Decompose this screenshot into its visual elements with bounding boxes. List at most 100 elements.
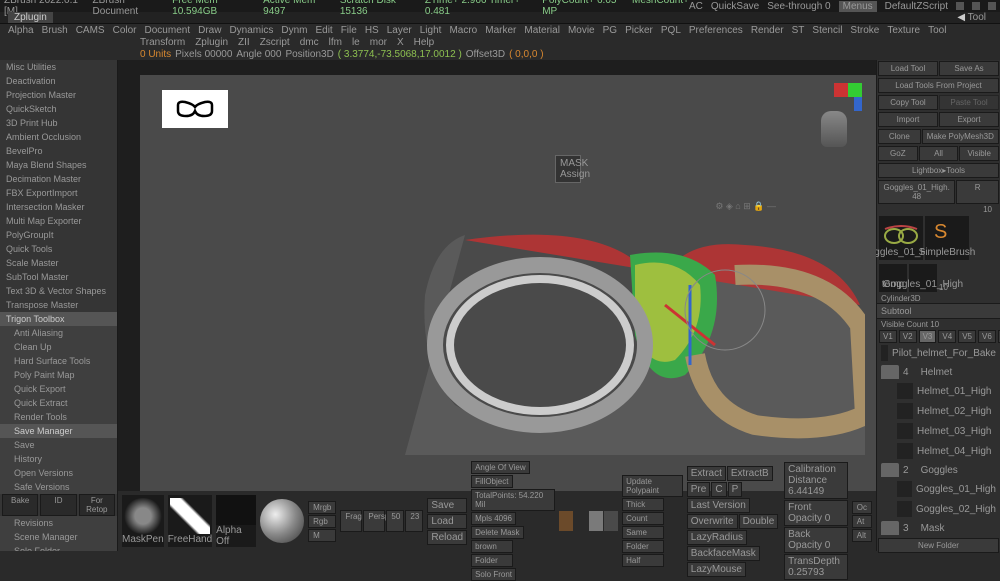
submenu-le[interactable]: le xyxy=(352,37,360,48)
setting-cell[interactable]: Count xyxy=(622,512,664,525)
menu-movie[interactable]: Movie xyxy=(568,25,595,36)
menu-texture[interactable]: Texture xyxy=(887,25,920,36)
lp-text-3d-&-vector-shapes[interactable]: Text 3D & Vector Shapes xyxy=(0,284,117,298)
lp-3d-print-hub[interactable]: 3D Print Hub xyxy=(0,116,117,130)
menu-st[interactable]: ST xyxy=(792,25,805,36)
import-btn[interactable]: Import xyxy=(878,112,938,127)
setting-cell[interactable]: brown xyxy=(471,540,513,553)
load-btn[interactable]: Load xyxy=(427,514,467,529)
lp-intersection-masker[interactable]: Intersection Masker xyxy=(0,200,117,214)
lp-sub-save[interactable]: Save xyxy=(0,438,117,452)
calib-cell[interactable]: TransDepth 0.25793 xyxy=(784,554,848,580)
strip-cell[interactable]: Extract xyxy=(687,466,726,481)
strip-cell[interactable]: BackfaceMask xyxy=(687,546,760,561)
calib-cell[interactable]: Calibration Distance 6.44149 xyxy=(784,462,848,499)
r-btn[interactable]: R xyxy=(956,180,999,204)
tool-name[interactable]: Goggles_01_High. 48 xyxy=(878,180,955,204)
menu-brush[interactable]: Brush xyxy=(42,25,68,36)
viewport[interactable]: MASKAssign ⚙ ◈ ⌂ ⊞ 🔒 — xyxy=(140,75,876,491)
menu-pg[interactable]: PG xyxy=(603,25,617,36)
lp-sub-hard-surface-tools[interactable]: Hard Surface Tools xyxy=(0,354,117,368)
visible-btn[interactable]: Visible xyxy=(959,146,999,161)
submenu-transform[interactable]: Transform xyxy=(140,37,185,48)
menu-draw[interactable]: Draw xyxy=(198,25,221,36)
menu-pql[interactable]: PQL xyxy=(661,25,681,36)
subtool-helmet_02_high[interactable]: Helmet_02_High xyxy=(877,401,1000,421)
reload-btn[interactable]: Reload xyxy=(427,530,467,545)
lp-revisions[interactable]: Revisions xyxy=(0,516,117,530)
vis-v1[interactable]: V1 xyxy=(879,330,897,343)
lp-solo-folder[interactable]: Solo Folder xyxy=(0,544,117,551)
lp-polygroupit[interactable]: PolyGroupIt xyxy=(0,228,117,242)
makepoly-btn[interactable]: Make PolyMesh3D xyxy=(922,129,999,144)
strip-cell[interactable]: P xyxy=(728,482,743,497)
setting-cell[interactable]: Thick xyxy=(622,498,664,511)
folder-mask[interactable]: 3Mask xyxy=(877,519,1000,537)
strip-cell[interactable]: ExtractB xyxy=(727,466,773,481)
lp-subtool-master[interactable]: SubTool Master xyxy=(0,270,117,284)
brush-alpha[interactable]: Alpha Off xyxy=(216,495,256,547)
brush-maskpen[interactable]: MaskPen xyxy=(122,495,164,547)
subtool-helmet_01_high[interactable]: Helmet_01_High xyxy=(877,381,1000,401)
strip-cell[interactable]: LazyRadius xyxy=(687,530,747,545)
subtool-helmet_04_high[interactable]: Helmet_04_High xyxy=(877,441,1000,461)
mrgb-btn[interactable]: Mrgb xyxy=(308,501,336,514)
lp-scene-manager[interactable]: Scene Manager xyxy=(0,530,117,544)
lp-misc-utilities[interactable]: Misc Utilities xyxy=(0,60,117,74)
strip-cell[interactable]: Overwrite xyxy=(687,514,738,529)
val23-btn[interactable]: 23 xyxy=(405,510,423,532)
setting-cell[interactable]: Half xyxy=(622,554,664,567)
nav-cube[interactable] xyxy=(822,83,862,143)
menu-edit[interactable]: Edit xyxy=(315,25,332,36)
lp-projection-master[interactable]: Projection Master xyxy=(0,88,117,102)
bake-retop[interactable]: For Retop xyxy=(79,494,115,516)
strip-cell[interactable]: Pre xyxy=(687,482,711,497)
submenu-x[interactable]: X xyxy=(397,37,404,48)
swatch-gray[interactable] xyxy=(589,511,603,531)
persp-btn[interactable]: Persp xyxy=(363,510,385,532)
nav-head-icon[interactable] xyxy=(821,111,847,147)
brush-freehand[interactable]: FreeHand xyxy=(168,495,212,547)
menu-light[interactable]: Light xyxy=(420,25,442,36)
vis-v6[interactable]: V6 xyxy=(978,330,996,343)
lp-decimation-master[interactable]: Decimation Master xyxy=(0,172,117,186)
copytool-btn[interactable]: Copy Tool xyxy=(878,95,938,110)
setting-cell[interactable]: TotalPoints: 54.220 Mil xyxy=(471,489,555,511)
export-btn[interactable]: Export xyxy=(939,112,999,127)
lp-sub-quick-extract[interactable]: Quick Extract xyxy=(0,396,117,410)
tab-zplugin[interactable]: Zplugin xyxy=(8,12,53,23)
lp-trigon-toolbox[interactable]: Trigon Toolbox xyxy=(0,312,117,326)
thumbnail[interactable] xyxy=(162,90,228,128)
subtool-goggles_01_high[interactable]: Goggles_01_High xyxy=(877,479,1000,499)
menu-color[interactable]: Color xyxy=(113,25,137,36)
loadproject-btn[interactable]: Load Tools From Project xyxy=(878,78,999,93)
strip-cell[interactable]: Double xyxy=(739,514,779,529)
swatch-gray2[interactable] xyxy=(604,511,618,531)
menu-marker[interactable]: Marker xyxy=(485,25,516,36)
lp-transpose-master[interactable]: Transpose Master xyxy=(0,298,117,312)
bake-row[interactable]: Pilot_helmet_For_Bake xyxy=(877,343,1000,363)
tool-slot-0[interactable]: Goggles_01_High xyxy=(879,216,923,260)
menu-document[interactable]: Document xyxy=(145,25,191,36)
vis-v2[interactable]: V2 xyxy=(899,330,917,343)
menu-file[interactable]: File xyxy=(341,25,357,36)
lp-quick-tools[interactable]: Quick Tools xyxy=(0,242,117,256)
subtool-header[interactable]: Subtool xyxy=(877,303,1000,319)
setting-cell[interactable]: Update Polypaint xyxy=(622,475,683,497)
goggles-model[interactable] xyxy=(405,215,865,455)
submenu-zii[interactable]: ZII xyxy=(238,37,250,48)
menu-macro[interactable]: Macro xyxy=(449,25,477,36)
subtool-helmet_03_high[interactable]: Helmet_03_High xyxy=(877,421,1000,441)
color-swatches[interactable] xyxy=(559,511,618,531)
all-btn[interactable]: All xyxy=(919,146,959,161)
quicksave-btn[interactable]: QuickSave xyxy=(711,1,759,12)
frag-btn[interactable]: Frag xyxy=(340,510,362,532)
subtool-goggles_02_high[interactable]: Goggles_02_High xyxy=(877,499,1000,519)
lp-ambient-occlusion[interactable]: Ambient Occlusion xyxy=(0,130,117,144)
submenu-dmc[interactable]: dmc xyxy=(300,37,319,48)
calib-cell[interactable]: Front Opacity 0 xyxy=(784,500,848,526)
lp-scale-master[interactable]: Scale Master xyxy=(0,256,117,270)
default-zscript[interactable]: DefaultZScript xyxy=(885,1,948,12)
menu-stroke[interactable]: Stroke xyxy=(850,25,879,36)
setting-cell[interactable]: Solo Front xyxy=(471,568,516,581)
